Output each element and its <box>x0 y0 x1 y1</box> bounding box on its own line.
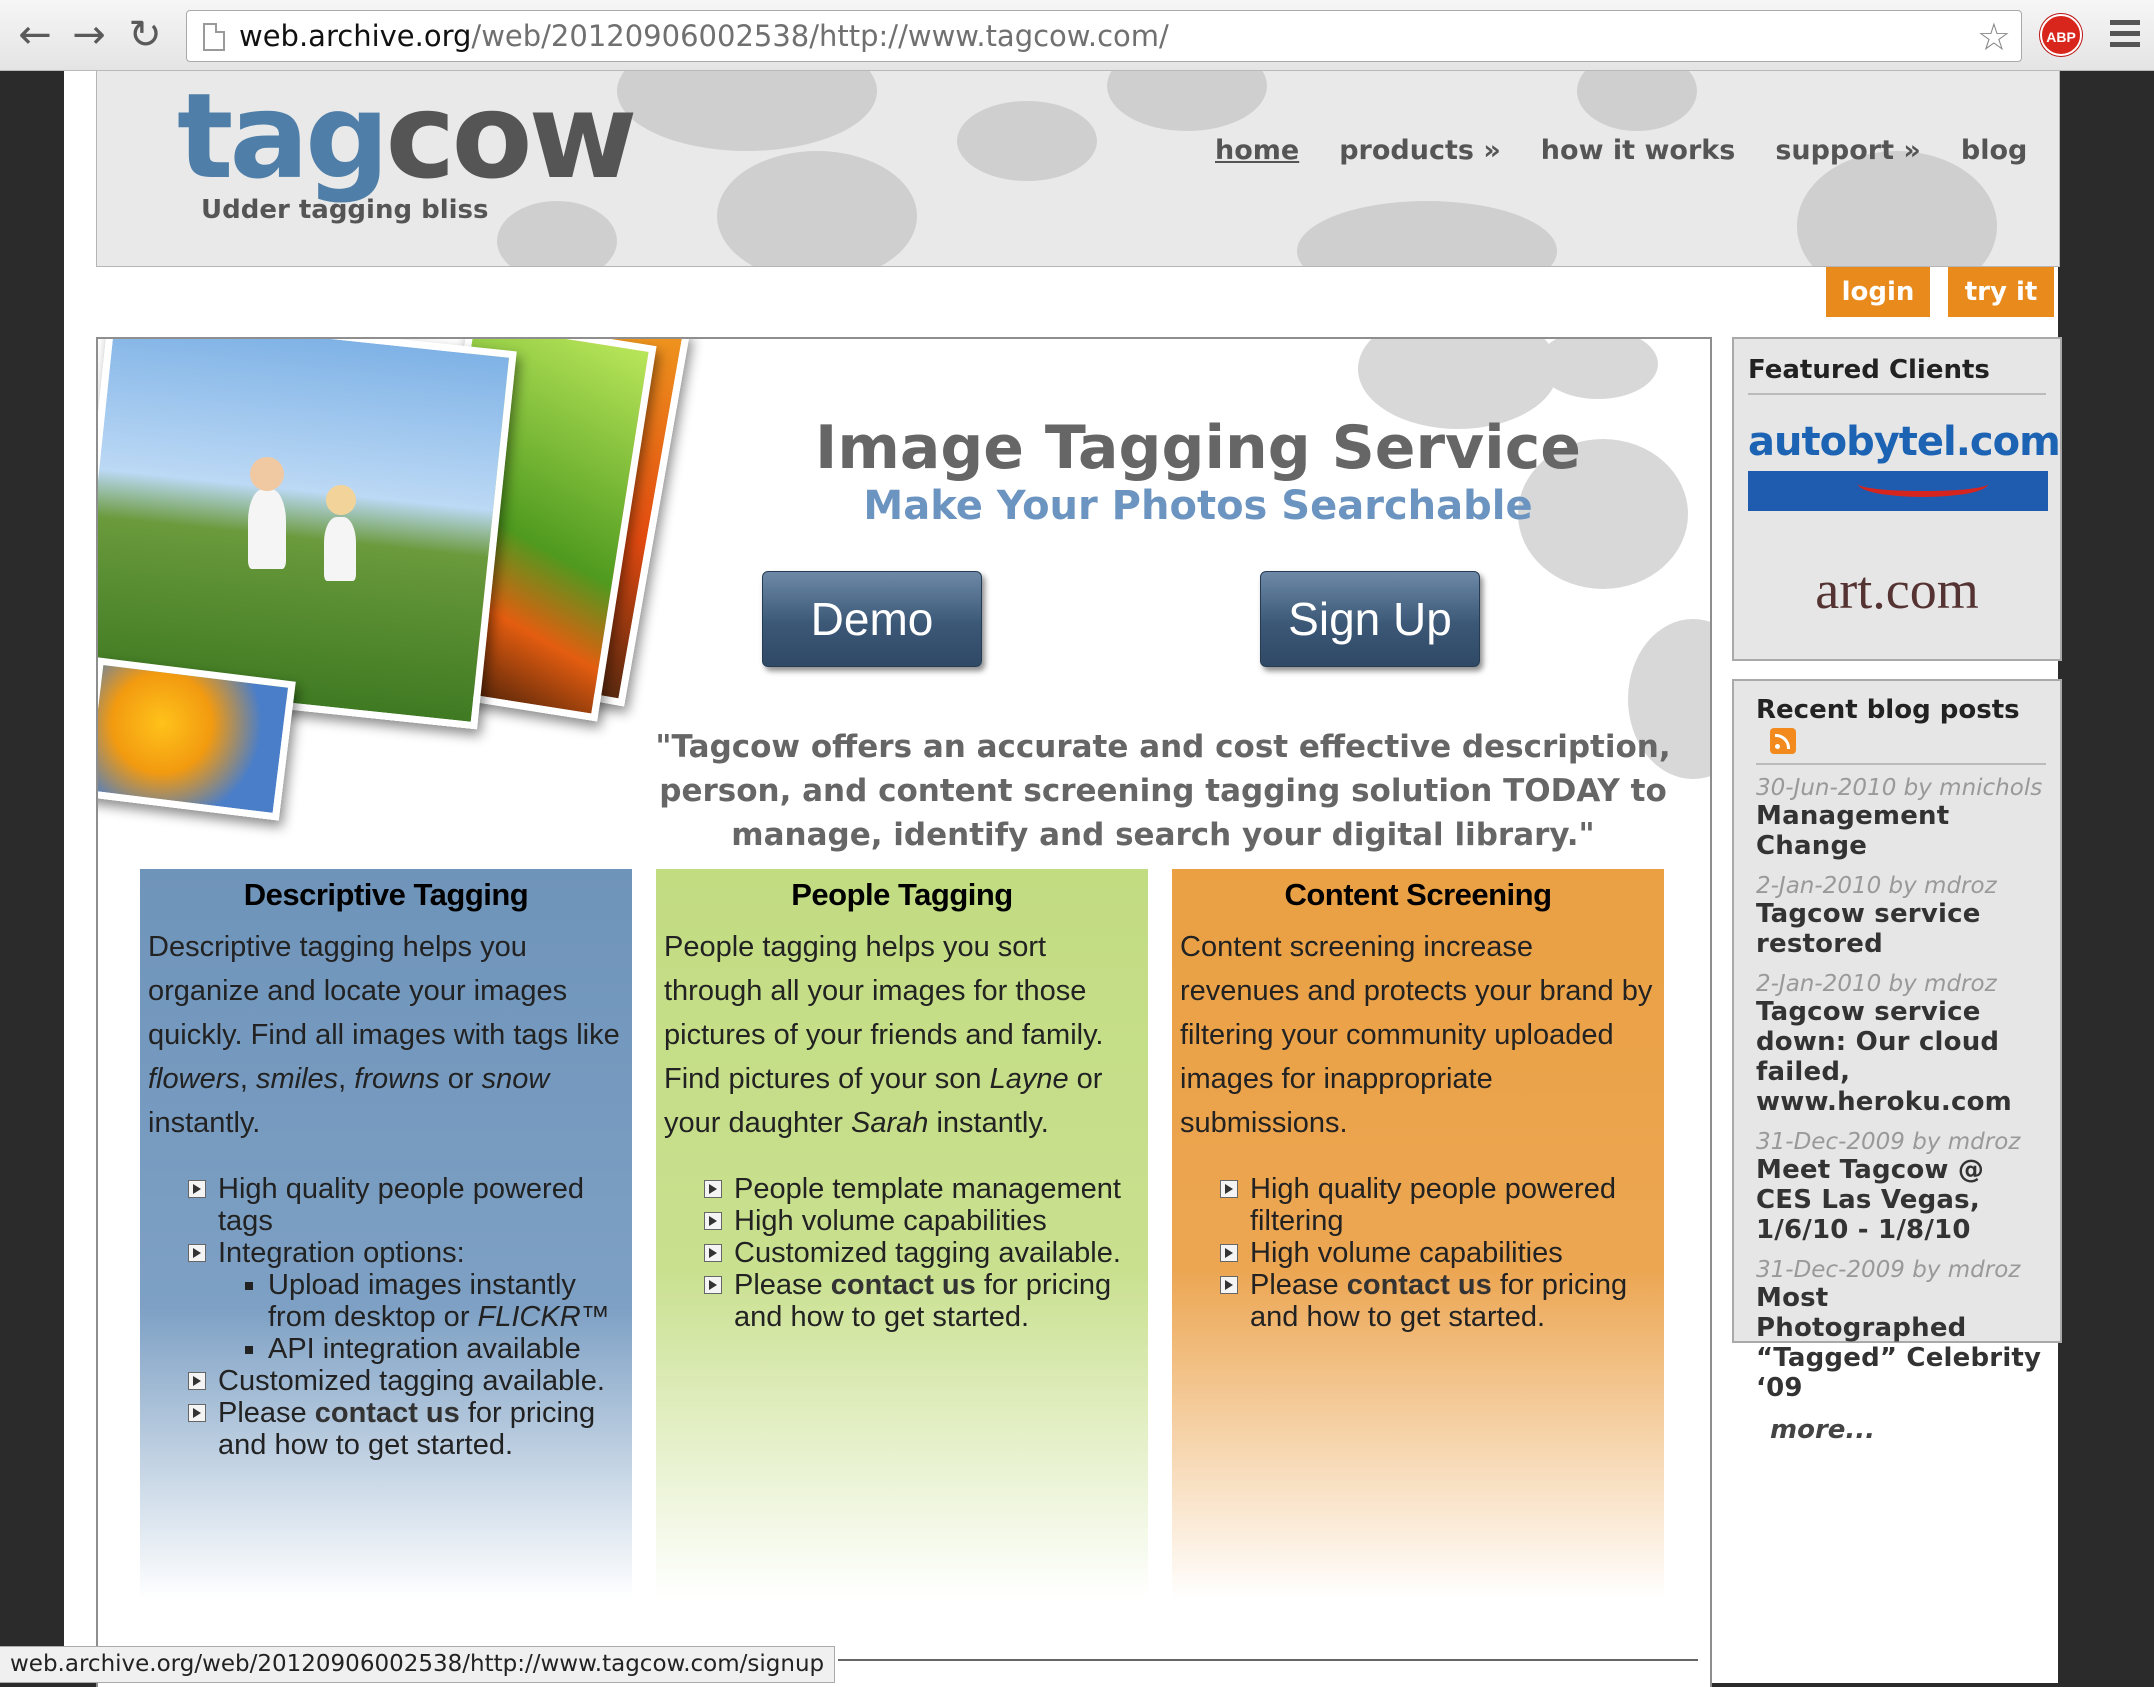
autobytel-logo[interactable]: autobytel.com <box>1748 419 2061 511</box>
post-title-link[interactable]: Management Change <box>1756 801 2046 861</box>
panel-description: People tagging helps you sort through al… <box>664 931 1104 1139</box>
url-path: /web/20120906002538/http://www.tagcow.co… <box>471 19 1169 53</box>
photo-collage <box>98 339 691 859</box>
recent-blog-posts-box: Recent blog posts 30-Jun-2010 by mnichol… <box>1732 679 2062 1445</box>
adblock-icon[interactable]: ABP <box>2040 14 2082 56</box>
list-item: Please contact us for pricing and how to… <box>1220 1269 1656 1333</box>
blog-title: Recent blog posts <box>1756 695 2046 755</box>
list-item: High quality people powered filtering <box>1220 1173 1656 1237</box>
post-title-link[interactable]: Meet Tagcow @ CES Las Vegas, 1/6/10 - 1/… <box>1756 1155 2046 1245</box>
featured-clients-box: Featured Clients autobytel.com art.com <box>1732 337 2062 661</box>
url-host: web.archive.org <box>239 19 472 53</box>
divider <box>838 1659 1698 1661</box>
panel-description: Content screening increase revenues and … <box>1180 931 1653 1139</box>
list-item: High quality people powered tags <box>188 1173 624 1237</box>
people-tagging-panel: People Tagging People tagging helps you … <box>656 869 1148 1599</box>
menu-icon[interactable] <box>2110 20 2140 50</box>
contact-us-link[interactable]: contact us <box>831 1269 976 1301</box>
list-item: Integration options: Upload images insta… <box>188 1237 624 1365</box>
nav-support[interactable]: support » <box>1775 135 1921 166</box>
content-screening-panel: Content Screening Content screening incr… <box>1172 869 1664 1599</box>
panel-description: Descriptive tagging helps you organize a… <box>148 931 620 1139</box>
list-item: Please contact us for pricing and how to… <box>188 1397 624 1461</box>
reload-icon[interactable]: ↻ <box>122 12 168 58</box>
feature-list: High quality people powered tags Integra… <box>148 1173 624 1461</box>
feature-list: People template management High volume c… <box>664 1173 1140 1333</box>
tagline: Udder tagging bliss <box>201 195 489 225</box>
post-title-link[interactable]: Tagcow service down: Our cloud failed, w… <box>1756 997 2046 1117</box>
main-nav: home products » how it works support » b… <box>1215 135 2027 166</box>
address-bar[interactable]: web.archive.org/web/20120906002538/http:… <box>186 10 2022 62</box>
post-meta: 31-Dec-2009 by mdroz <box>1756 1129 2021 1155</box>
art-com-logo[interactable]: art.com <box>1734 559 2060 621</box>
main-content: Image Tagging Service Make Your Photos S… <box>96 337 1712 1687</box>
list-item: Customized tagging available. <box>188 1365 624 1397</box>
panel-title: Content Screening <box>1284 877 1552 912</box>
tagcow-logo[interactable]: tagcow Udder tagging bliss <box>177 77 638 225</box>
login-button[interactable]: login <box>1826 267 1930 317</box>
nav-how-it-works[interactable]: how it works <box>1541 135 1736 166</box>
nav-home[interactable]: home <box>1215 135 1299 166</box>
contact-us-link[interactable]: contact us <box>315 1397 460 1429</box>
rss-icon[interactable] <box>1770 727 1796 754</box>
panel-title: Descriptive Tagging <box>243 877 529 912</box>
contact-us-link[interactable]: contact us <box>1347 1269 1492 1301</box>
list-item: High volume capabilities <box>704 1205 1140 1237</box>
featured-clients-title: Featured Clients <box>1748 355 1990 385</box>
url-text[interactable]: web.archive.org/web/20120906002538/http:… <box>239 19 1169 53</box>
hero-subtitle: Make Your Photos Searchable <box>863 483 1533 529</box>
blog-post: 31-Dec-2009 by mdroz Meet Tagcow @ CES L… <box>1756 1129 2046 1245</box>
post-meta: 2-Jan-2010 by mdroz <box>1756 971 1997 997</box>
nav-blog[interactable]: blog <box>1961 135 2027 166</box>
panel-title: People Tagging <box>791 877 1013 912</box>
post-title-link[interactable]: Most Photographed “Tagged” Celebrity ‘09 <box>1756 1283 2046 1403</box>
list-item: Customized tagging available. <box>704 1237 1140 1269</box>
list-item: People template management <box>704 1173 1140 1205</box>
bookmark-star-icon[interactable]: ☆ <box>1977 15 2011 59</box>
blog-post: 2-Jan-2010 by mdroz Tagcow service resto… <box>1756 873 2046 959</box>
sign-up-button[interactable]: Sign Up <box>1260 571 1480 667</box>
status-bar-url: web.archive.org/web/20120906002538/http:… <box>0 1646 836 1683</box>
more-posts-link[interactable]: more... <box>1756 1415 2046 1445</box>
feature-list: High quality people powered filtering Hi… <box>1180 1173 1656 1333</box>
web-page: tagcow Udder tagging bliss home products… <box>64 71 2062 1687</box>
post-meta: 31-Dec-2009 by mdroz <box>1756 1257 2021 1283</box>
nav-products[interactable]: products » <box>1339 135 1501 166</box>
arrow-left-icon[interactable]: ← <box>12 12 58 58</box>
list-item: Please contact us for pricing and how to… <box>704 1269 1140 1333</box>
blog-post: 30-Jun-2010 by mnichols Management Chang… <box>1756 775 2046 861</box>
list-item: Upload images instantly from desktop or … <box>268 1269 624 1333</box>
browser-toolbar: ← → ↻ web.archive.org/web/20120906002538… <box>0 0 2154 71</box>
try-it-button[interactable]: try it <box>1948 267 2054 317</box>
post-meta: 2-Jan-2010 by mdroz <box>1756 873 1997 899</box>
hero-quote: "Tagcow offers an accurate and cost effe… <box>655 729 1671 853</box>
demo-button[interactable]: Demo <box>762 571 982 667</box>
blog-post: 31-Dec-2009 by mdroz Most Photographed “… <box>1756 1257 2046 1403</box>
page-icon <box>203 23 225 51</box>
blog-post: 2-Jan-2010 by mdroz Tagcow service down:… <box>1756 971 2046 1117</box>
list-item: High volume capabilities <box>1220 1237 1656 1269</box>
descriptive-tagging-panel: Descriptive Tagging Descriptive tagging … <box>140 869 632 1599</box>
site-header: tagcow Udder tagging bliss home products… <box>96 71 2060 267</box>
post-meta: 30-Jun-2010 by mnichols <box>1756 775 2043 801</box>
hero-title: Image Tagging Service <box>815 413 1581 483</box>
list-item: API integration available <box>268 1333 624 1365</box>
arrow-right-icon[interactable]: → <box>66 12 112 58</box>
post-title-link[interactable]: Tagcow service restored <box>1756 899 2046 959</box>
